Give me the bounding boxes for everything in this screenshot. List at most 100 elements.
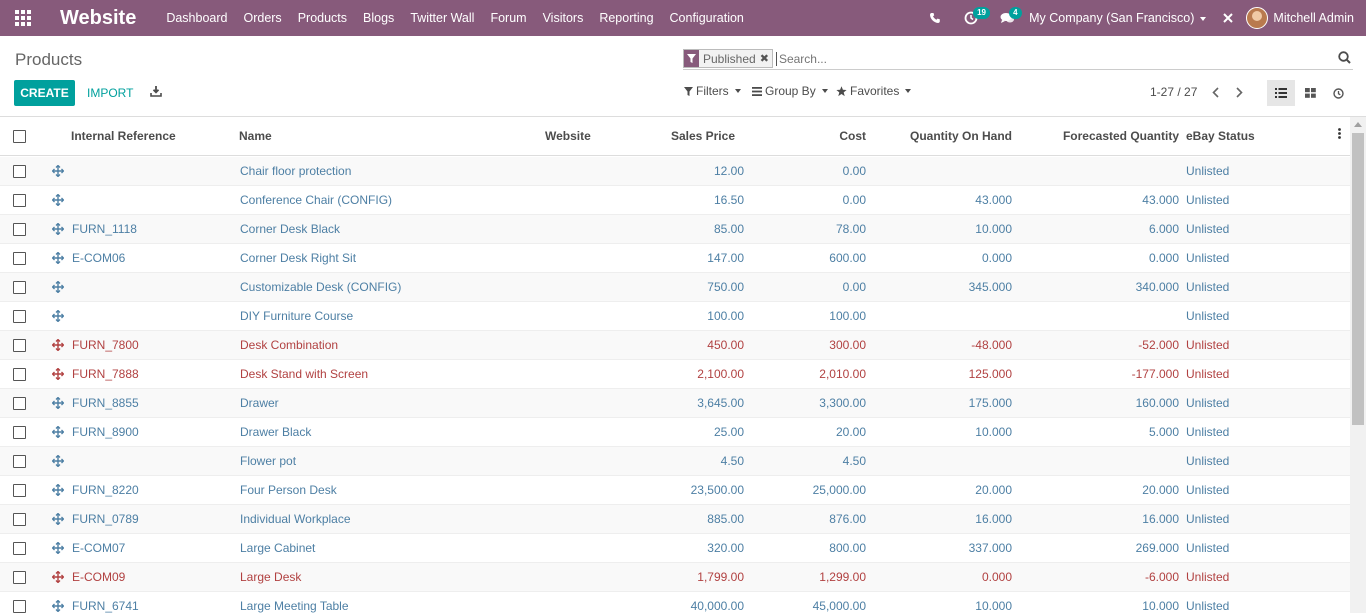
remove-facet-icon[interactable]: ✖ [760, 52, 772, 65]
row-checkbox[interactable] [13, 426, 26, 439]
column-cost[interactable]: Cost [839, 129, 866, 143]
table-row[interactable]: FURN_8855 Drawer 3,645.00 3,300.00 175.000 16… [0, 389, 1350, 418]
groupby-dropdown[interactable]: Group By [752, 84, 828, 98]
arrows-move-icon[interactable] [51, 251, 65, 267]
row-checkbox[interactable] [13, 252, 26, 265]
create-button[interactable]: CREATE [14, 80, 75, 106]
scrollbar[interactable] [1350, 117, 1366, 613]
debug-bug-icon[interactable] [1216, 0, 1240, 36]
arrows-move-icon[interactable] [51, 454, 65, 470]
pager-next-icon[interactable] [1229, 82, 1249, 102]
row-checkbox[interactable] [13, 194, 26, 207]
column-name[interactable]: Name [239, 129, 272, 143]
table-row[interactable]: FURN_8220 Four Person Desk 23,500.00 25,000… [0, 476, 1350, 505]
activity-view-clock-icon[interactable] [1324, 80, 1352, 106]
menu-item-forum[interactable]: Forum [482, 0, 534, 36]
row-checkbox[interactable] [13, 223, 26, 236]
table-row[interactable]: DIY Furniture Course 100.00 100.00 Unlisted [0, 302, 1350, 331]
menu-item-twitter-wall[interactable]: Twitter Wall [402, 0, 482, 36]
table-row[interactable]: Chair floor protection 12.00 0.00 Unlisted [0, 157, 1350, 186]
favorites-dropdown[interactable]: Favorites [836, 84, 912, 98]
table-row[interactable]: FURN_7888 Desk Stand with Screen 2,100.00 2… [0, 360, 1350, 389]
search-icon[interactable] [1338, 51, 1351, 67]
cell-forecasted-quantity: -52.000 [1138, 338, 1179, 352]
table-row[interactable]: E-COM09 Large Desk 1,799.00 1,299.00 0.000 -6… [0, 563, 1350, 592]
download-icon[interactable] [150, 85, 162, 100]
cell-ebay-status: Unlisted [1186, 512, 1230, 526]
table-row[interactable]: Flower pot 4.50 4.50 Unlisted [0, 447, 1350, 476]
row-checkbox[interactable] [13, 397, 26, 410]
apps-grid-icon[interactable] [0, 0, 46, 36]
user-menu[interactable]: Mitchell Admin [1240, 7, 1366, 29]
arrows-move-icon[interactable] [51, 164, 65, 180]
arrows-move-icon[interactable] [51, 570, 65, 586]
select-all-checkbox[interactable] [13, 130, 26, 143]
arrows-move-icon[interactable] [51, 425, 65, 441]
favorites-label: Favorites [850, 84, 900, 98]
table-row[interactable]: FURN_7800 Desk Combination 450.00 300.00 -48… [0, 331, 1350, 360]
menu-item-configuration[interactable]: Configuration [662, 0, 752, 36]
table-row[interactable]: E-COM07 Large Cabinet 320.00 800.00 337.000 2… [0, 534, 1350, 563]
arrows-move-icon[interactable] [51, 338, 65, 354]
column-sales-price[interactable]: Sales Price [671, 129, 735, 143]
menu-item-reporting[interactable]: Reporting [591, 0, 661, 36]
row-checkbox[interactable] [13, 310, 26, 323]
table-row[interactable]: Conference Chair (CONFIG) 16.50 0.00 43.000… [0, 186, 1350, 215]
cell-sales-price: 25.00 [713, 425, 744, 439]
row-checkbox[interactable] [13, 484, 26, 497]
arrows-move-icon[interactable] [51, 541, 65, 557]
menu-item-products[interactable]: Products [290, 0, 355, 36]
arrows-move-icon[interactable] [51, 309, 65, 325]
table-row[interactable]: FURN_6741 Large Meeting Table 40,000.00 45,… [0, 592, 1350, 613]
kanban-view-icon[interactable] [1296, 80, 1324, 106]
arrows-move-icon[interactable] [51, 483, 65, 499]
cell-sales-price: 885.00 [707, 512, 744, 526]
arrows-move-icon[interactable] [51, 512, 65, 528]
arrows-move-icon[interactable] [51, 367, 65, 383]
scroll-up-arrow-icon[interactable] [1354, 122, 1362, 127]
table-row[interactable]: FURN_1118 Corner Desk Black 85.00 78.00 10.0… [0, 215, 1350, 244]
table-row[interactable]: Customizable Desk (CONFIG) 750.00 0.00 345.… [0, 273, 1350, 302]
filters-dropdown[interactable]: Filters [684, 84, 741, 98]
row-checkbox[interactable] [13, 513, 26, 526]
list-view-icon[interactable] [1267, 80, 1295, 106]
column-forecasted-quantity[interactable]: Forecasted Quantity [1063, 129, 1179, 143]
arrows-move-icon[interactable] [51, 193, 65, 209]
menu-item-orders[interactable]: Orders [235, 0, 289, 36]
row-checkbox[interactable] [13, 600, 26, 613]
table-row[interactable]: FURN_8900 Drawer Black 25.00 20.00 10.000 5.0… [0, 418, 1350, 447]
phone-icon[interactable] [917, 0, 953, 36]
row-checkbox[interactable] [13, 542, 26, 555]
scroll-thumb[interactable] [1352, 133, 1364, 425]
arrows-move-icon[interactable] [51, 599, 65, 613]
arrows-move-icon[interactable] [51, 280, 65, 296]
import-button[interactable]: IMPORT [87, 80, 133, 106]
pager-value[interactable]: 1-27 / 27 [1150, 85, 1197, 99]
messages-chat-icon[interactable]: 4 [989, 0, 1025, 36]
arrows-move-icon[interactable] [51, 396, 65, 412]
pager-previous-icon[interactable] [1205, 82, 1225, 102]
column-website[interactable]: Website [545, 129, 591, 143]
column-ebay-status[interactable]: eBay Status [1186, 129, 1255, 143]
row-checkbox[interactable] [13, 281, 26, 294]
row-checkbox[interactable] [13, 455, 26, 468]
row-checkbox[interactable] [13, 165, 26, 178]
table-row[interactable]: FURN_0789 Individual Workplace 885.00 876.0… [0, 505, 1350, 534]
row-checkbox[interactable] [13, 368, 26, 381]
column-internal-reference[interactable]: Internal Reference [71, 129, 176, 143]
cell-sales-price: 450.00 [707, 338, 744, 352]
menu-item-dashboard[interactable]: Dashboard [158, 0, 235, 36]
cell-ebay-status: Unlisted [1186, 541, 1230, 555]
activity-clock-icon[interactable]: 19 [953, 0, 990, 36]
search-input[interactable] [775, 51, 1296, 66]
column-quantity-on-hand[interactable]: Quantity On Hand [910, 129, 1012, 143]
row-checkbox[interactable] [13, 339, 26, 352]
company-switcher[interactable]: My Company (San Francisco) [1025, 11, 1216, 25]
arrows-move-icon[interactable] [51, 222, 65, 238]
menu-item-blogs[interactable]: Blogs [355, 0, 402, 36]
cell-ebay-status: Unlisted [1186, 222, 1230, 236]
row-checkbox[interactable] [13, 571, 26, 584]
table-row[interactable]: E-COM06 Corner Desk Right Sit 147.00 600.00… [0, 244, 1350, 273]
optional-columns-icon[interactable] [1338, 128, 1341, 142]
menu-item-visitors[interactable]: Visitors [535, 0, 592, 36]
